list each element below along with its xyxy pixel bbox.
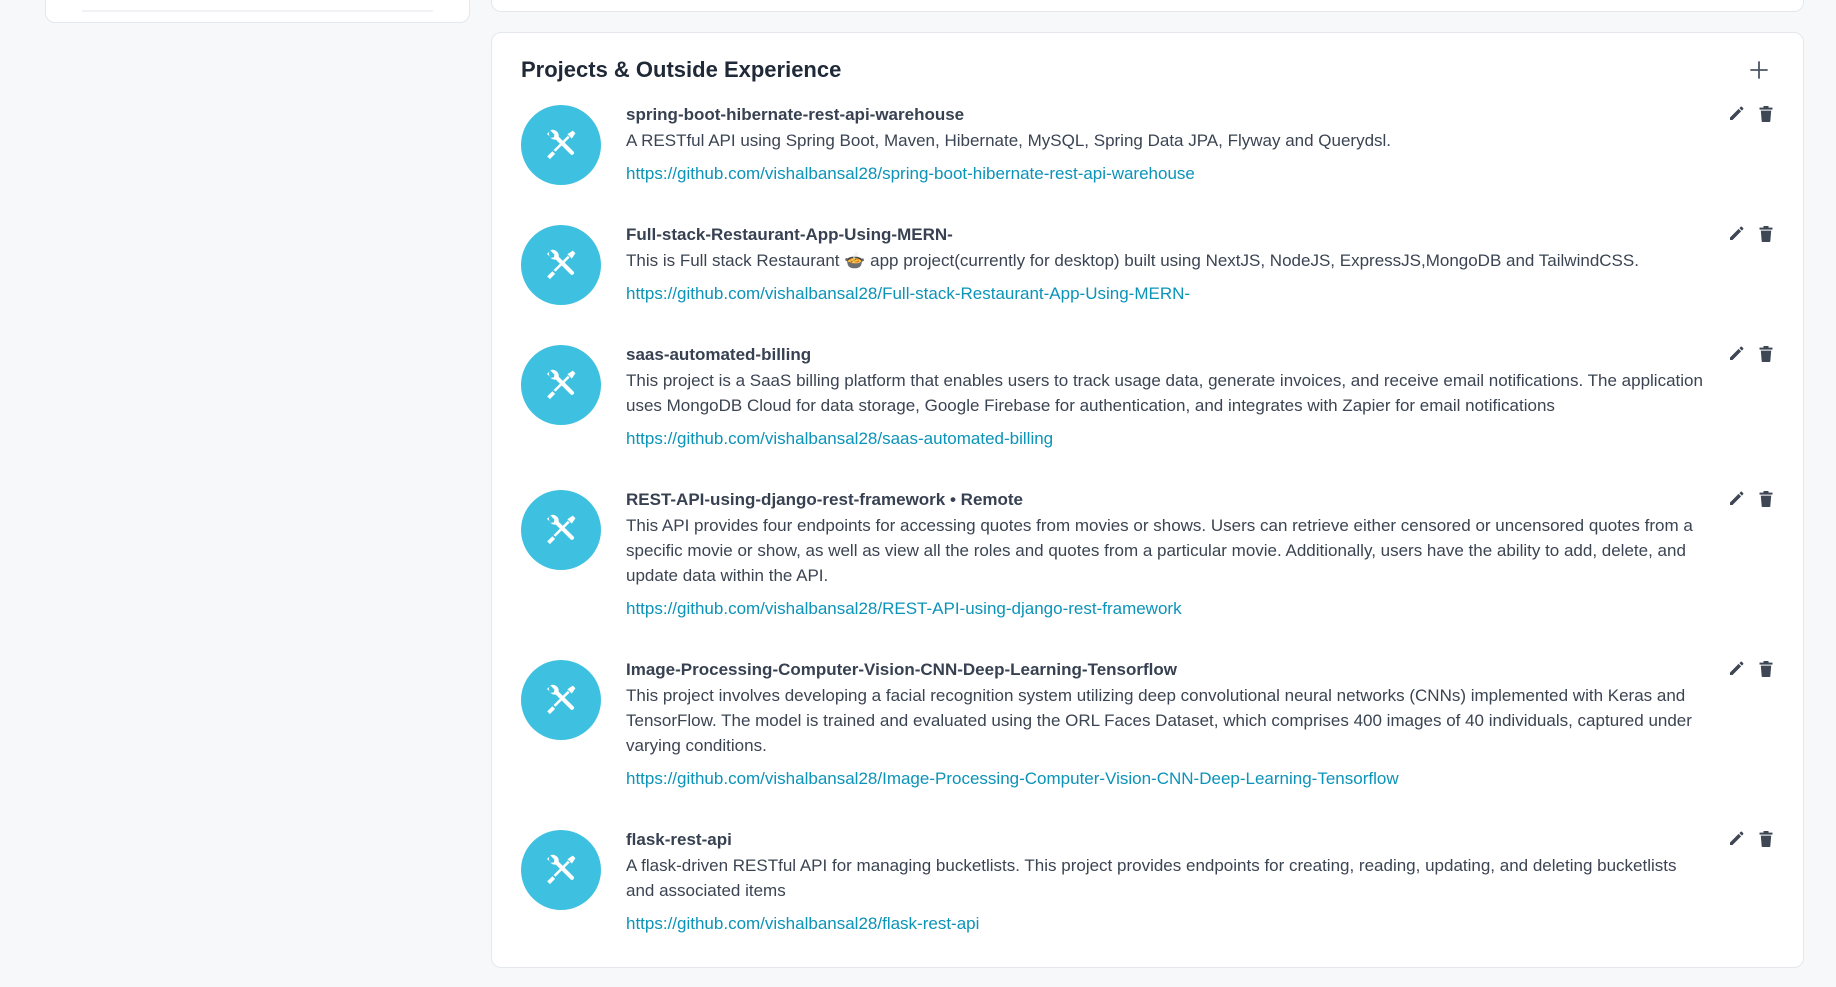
project-avatar	[521, 490, 601, 570]
project-link[interactable]: https://github.com/vishalbansal28/flask-…	[626, 912, 979, 936]
project-description: This API provides four endpoints for acc…	[626, 516, 1693, 585]
tools-icon	[546, 684, 576, 715]
project-content: saas-automated-billing This project is a…	[626, 343, 1776, 451]
project-name: Image-Processing-Computer-Vision-CNN-Dee…	[626, 660, 1177, 679]
project-content: spring-boot-hibernate-rest-api-warehouse…	[626, 103, 1776, 186]
divider	[82, 10, 433, 12]
project-location: • Remote	[945, 490, 1024, 509]
trash-icon	[1759, 106, 1773, 122]
project-description: This project is a SaaS billing platform …	[626, 371, 1703, 415]
project-item: flask-rest-api A flask-driven RESTful AP…	[521, 828, 1776, 936]
projects-section-card: Projects & Outside Experience spring-boo…	[491, 32, 1804, 968]
tools-icon	[546, 369, 576, 400]
left-sidebar-card	[45, 0, 470, 23]
project-title: REST-API-using-django-rest-framework • R…	[626, 488, 1706, 512]
delete-project-button[interactable]	[1756, 658, 1776, 680]
project-actions	[1726, 828, 1776, 850]
project-description: A flask-driven RESTful API for managing …	[626, 856, 1677, 900]
project-description: This project involves developing a facia…	[626, 686, 1692, 755]
delete-project-button[interactable]	[1756, 103, 1776, 125]
project-link[interactable]: https://github.com/vishalbansal28/spring…	[626, 162, 1195, 186]
project-actions	[1726, 223, 1776, 245]
tools-icon	[546, 249, 576, 280]
project-link[interactable]: https://github.com/vishalbansal28/REST-A…	[626, 597, 1182, 621]
edit-project-button[interactable]	[1726, 658, 1746, 680]
project-item: saas-automated-billing This project is a…	[521, 343, 1776, 451]
project-avatar	[521, 345, 601, 425]
project-description: A RESTful API using Spring Boot, Maven, …	[626, 131, 1392, 150]
project-content: Image-Processing-Computer-Vision-CNN-Dee…	[626, 658, 1776, 791]
trash-icon	[1759, 346, 1773, 362]
project-name: flask-rest-api	[626, 830, 732, 849]
project-actions	[1726, 488, 1776, 510]
project-actions	[1726, 658, 1776, 680]
project-avatar	[521, 660, 601, 740]
project-name: saas-automated-billing	[626, 345, 812, 364]
add-project-button[interactable]	[1746, 57, 1772, 83]
delete-project-button[interactable]	[1756, 488, 1776, 510]
project-item: spring-boot-hibernate-rest-api-warehouse…	[521, 103, 1776, 186]
pencil-icon	[1730, 491, 1744, 505]
project-name: REST-API-using-django-rest-framework	[626, 490, 946, 509]
trash-icon	[1759, 491, 1773, 507]
project-item: Image-Processing-Computer-Vision-CNN-Dee…	[521, 658, 1776, 791]
tools-icon	[546, 129, 576, 160]
delete-project-button[interactable]	[1756, 343, 1776, 365]
pencil-icon	[1730, 226, 1744, 240]
pencil-icon	[1730, 346, 1744, 360]
trash-icon	[1759, 226, 1773, 242]
project-avatar	[521, 225, 601, 305]
project-title: flask-rest-api	[626, 828, 1706, 852]
edit-project-button[interactable]	[1726, 343, 1746, 365]
edit-project-button[interactable]	[1726, 488, 1746, 510]
pencil-icon	[1730, 831, 1744, 845]
plus-icon	[1750, 61, 1768, 79]
pencil-icon	[1730, 661, 1744, 675]
project-description: This is Full stack Restaurant 🍲 app proj…	[626, 251, 1639, 270]
project-item: REST-API-using-django-rest-framework • R…	[521, 488, 1776, 621]
tools-icon	[546, 514, 576, 545]
project-content: REST-API-using-django-rest-framework • R…	[626, 488, 1776, 621]
project-avatar	[521, 830, 601, 910]
project-content: flask-rest-api A flask-driven RESTful AP…	[626, 828, 1776, 936]
trash-icon	[1759, 661, 1773, 677]
project-actions	[1726, 343, 1776, 365]
project-title: Full-stack-Restaurant-App-Using-MERN-	[626, 223, 1706, 247]
project-title: spring-boot-hibernate-rest-api-warehouse	[626, 103, 1706, 127]
section-title: Projects & Outside Experience	[521, 57, 842, 82]
project-item: Full-stack-Restaurant-App-Using-MERN- Th…	[521, 223, 1776, 306]
previous-section-card	[491, 0, 1804, 12]
project-avatar	[521, 105, 601, 185]
edit-project-button[interactable]	[1726, 223, 1746, 245]
project-title: saas-automated-billing	[626, 343, 1706, 367]
edit-project-button[interactable]	[1726, 828, 1746, 850]
edit-project-button[interactable]	[1726, 103, 1746, 125]
project-actions	[1726, 103, 1776, 125]
tools-icon	[546, 854, 576, 885]
delete-project-button[interactable]	[1756, 828, 1776, 850]
project-link[interactable]: https://github.com/vishalbansal28/Full-s…	[626, 282, 1190, 306]
pencil-icon	[1730, 106, 1744, 120]
project-content: Full-stack-Restaurant-App-Using-MERN- Th…	[626, 223, 1776, 306]
delete-project-button[interactable]	[1756, 223, 1776, 245]
project-name: Full-stack-Restaurant-App-Using-MERN-	[626, 225, 953, 244]
project-link[interactable]: https://github.com/vishalbansal28/Image-…	[626, 767, 1399, 791]
project-name: spring-boot-hibernate-rest-api-warehouse	[626, 105, 965, 124]
trash-icon	[1759, 831, 1773, 847]
project-title: Image-Processing-Computer-Vision-CNN-Dee…	[626, 658, 1706, 682]
project-link[interactable]: https://github.com/vishalbansal28/saas-a…	[626, 427, 1053, 451]
